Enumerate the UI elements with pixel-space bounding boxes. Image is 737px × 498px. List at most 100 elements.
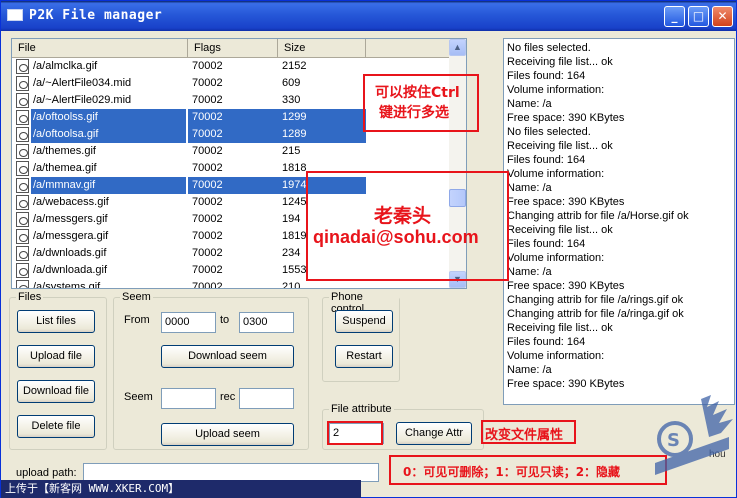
file-icon bbox=[16, 263, 29, 278]
log-line: Volume information: bbox=[507, 168, 605, 180]
suspend-button[interactable]: Suspend bbox=[335, 310, 393, 333]
multi-select-note-line1: 可以按住Ctrl bbox=[375, 85, 460, 101]
log-line: Changing attrib for file /a/Horse.gif ok bbox=[507, 210, 689, 222]
log-line: Receiving file list... ok bbox=[507, 140, 613, 152]
file-flags: 70002 bbox=[188, 177, 278, 194]
scroll-up-arrow-icon[interactable]: ▲ bbox=[449, 39, 466, 56]
file-name: /a/mmnav.gif bbox=[31, 177, 186, 194]
file-row[interactable]: /a/almclka.gif 70002 2152 bbox=[12, 58, 450, 75]
close-button[interactable]: ✕ bbox=[712, 6, 733, 27]
author-name: 老秦头 bbox=[374, 205, 432, 227]
file-size: 1299 bbox=[278, 109, 366, 126]
log-line: Files found: 164 bbox=[507, 336, 586, 348]
upload-path-label: upload path: bbox=[16, 467, 77, 479]
log-line: Files found: 164 bbox=[507, 238, 586, 250]
file-icon bbox=[16, 280, 29, 288]
file-name: /a/messgera.gif bbox=[33, 230, 109, 242]
file-name: /a/webacess.gif bbox=[33, 196, 109, 208]
file-icon bbox=[16, 229, 29, 244]
file-name: /a/~AlertFile034.mid bbox=[33, 77, 132, 89]
multi-select-note-box bbox=[363, 74, 479, 132]
delete-file-button[interactable]: Delete file bbox=[17, 415, 95, 438]
svg-text:S: S bbox=[667, 430, 680, 451]
file-size: 330 bbox=[282, 94, 301, 106]
log-line: Volume information: bbox=[507, 252, 605, 264]
minimize-button[interactable]: _ bbox=[664, 6, 685, 27]
log-line: Volume information: bbox=[507, 84, 605, 96]
file-flags: 70002 bbox=[192, 213, 223, 225]
watermark-logo-icon: S bbox=[655, 395, 733, 475]
column-header-file[interactable]: File bbox=[12, 39, 188, 58]
log-line: Receiving file list... ok bbox=[507, 224, 613, 236]
from-input[interactable]: 0000 bbox=[161, 312, 216, 333]
log-line: Name: /a bbox=[507, 98, 552, 110]
file-size: 2152 bbox=[282, 60, 307, 72]
log-line: Files found: 164 bbox=[507, 154, 586, 166]
file-flags: 70002 bbox=[192, 264, 223, 276]
download-seem-button[interactable]: Download seem bbox=[161, 345, 294, 368]
file-icon bbox=[16, 76, 29, 91]
file-icon bbox=[16, 246, 29, 261]
file-icon bbox=[16, 178, 29, 193]
file-name: /a/themes.gif bbox=[33, 145, 96, 157]
file-icon bbox=[16, 110, 29, 125]
change-attr-button[interactable]: Change Attr bbox=[396, 422, 472, 445]
author-email: qinadai@sohu.com bbox=[313, 227, 479, 247]
file-flags: 70002 bbox=[192, 230, 223, 242]
file-name: /a/almclka.gif bbox=[33, 60, 98, 72]
title-bar[interactable]: P2K File manager _ □ ✕ bbox=[1, 1, 736, 31]
file-row[interactable]: /a/themes.gif 70002 215 bbox=[12, 143, 450, 160]
seem-label: Seem bbox=[124, 391, 153, 403]
app-icon bbox=[7, 9, 23, 21]
list-files-button[interactable]: List files bbox=[17, 310, 95, 333]
log-line: Free space: 390 KBytes bbox=[507, 112, 625, 124]
file-name: /a/themea.gif bbox=[33, 162, 97, 174]
log-line: Name: /a bbox=[507, 182, 552, 194]
column-header-blank[interactable] bbox=[366, 39, 450, 58]
files-group: Files List files Upload file Download fi… bbox=[9, 291, 107, 450]
app-window: P2K File manager _ □ ✕ File Flags Size /… bbox=[0, 0, 737, 498]
restart-button[interactable]: Restart bbox=[335, 345, 393, 368]
upload-seem-button[interactable]: Upload seem bbox=[161, 423, 294, 446]
upload-credit-bar: 上传于【新客网 WWW.XKER.COM】 bbox=[1, 480, 361, 498]
file-name: /a/~AlertFile029.mid bbox=[33, 94, 132, 106]
to-input[interactable]: 0300 bbox=[239, 312, 294, 333]
seem-input[interactable] bbox=[161, 388, 216, 409]
file-name: /a/oftoolsa.gif bbox=[31, 126, 186, 143]
column-header-size[interactable]: Size bbox=[278, 39, 366, 58]
log-line: Receiving file list... ok bbox=[507, 56, 613, 68]
file-icon bbox=[16, 127, 29, 142]
files-group-label: Files bbox=[16, 291, 44, 303]
file-flags: 70002 bbox=[188, 109, 278, 126]
file-size: 1289 bbox=[278, 126, 366, 143]
rec-input[interactable] bbox=[239, 388, 294, 409]
file-icon bbox=[16, 93, 29, 108]
log-line: Free space: 390 KBytes bbox=[507, 280, 625, 292]
to-label: to bbox=[220, 314, 230, 326]
file-icon bbox=[16, 212, 29, 227]
file-name: /a/oftoolss.gif bbox=[31, 109, 186, 126]
file-size: 609 bbox=[282, 77, 301, 89]
log-line: Name: /a bbox=[507, 364, 552, 376]
window-title: P2K File manager bbox=[29, 8, 163, 23]
seem-group-label: Seem bbox=[120, 291, 153, 303]
phone-control-group: Phone control Suspend Restart bbox=[322, 291, 400, 382]
seem-group: Seem From 0000 to 0300 Download seem See… bbox=[113, 291, 309, 450]
log-line: Name: /a bbox=[507, 266, 552, 278]
upload-file-button[interactable]: Upload file bbox=[17, 345, 95, 368]
file-icon bbox=[16, 59, 29, 74]
log-pane[interactable]: No files selected. Receiving file list...… bbox=[503, 38, 735, 405]
column-header-flags[interactable]: Flags bbox=[188, 39, 278, 58]
log-line: Files found: 164 bbox=[507, 70, 586, 82]
log-line: Receiving file list... ok bbox=[507, 322, 613, 334]
rec-label: rec bbox=[220, 391, 236, 403]
download-file-button[interactable]: Download file bbox=[17, 380, 95, 403]
file-flags: 70002 bbox=[192, 247, 223, 259]
file-flags: 70002 bbox=[188, 126, 278, 143]
file-size: 215 bbox=[282, 145, 301, 157]
maximize-button[interactable]: □ bbox=[688, 6, 709, 27]
log-line: Free space: 390 KBytes bbox=[507, 196, 625, 208]
file-name: /a/dwnloada.gif bbox=[33, 264, 107, 276]
file-name: /a/dwnloads.gif bbox=[33, 247, 107, 259]
file-flags: 70002 bbox=[192, 94, 223, 106]
